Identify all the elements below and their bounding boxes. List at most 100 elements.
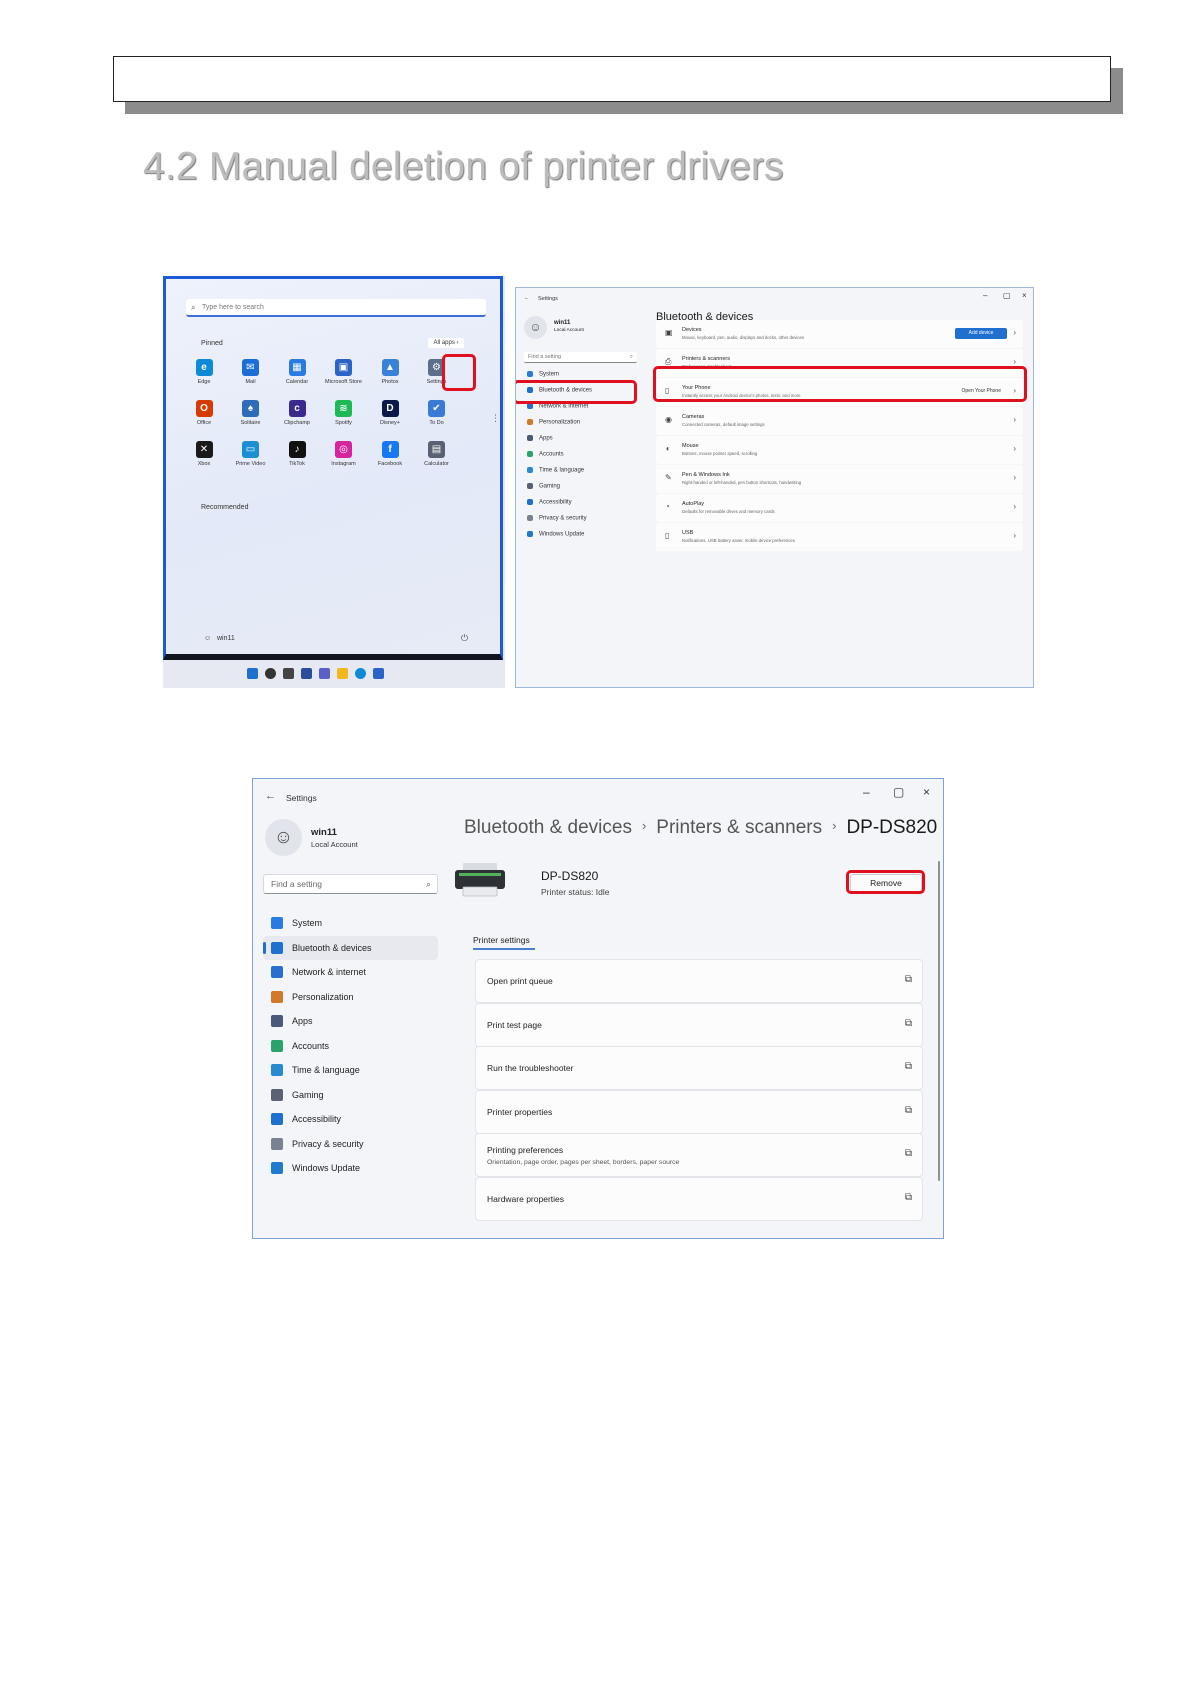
all-apps-label: All apps xyxy=(433,340,455,346)
bt-nav-item-windows-update[interactable]: Windows Update xyxy=(527,531,584,538)
app-tile-instagram[interactable]: ◎ Instagram xyxy=(319,441,369,467)
scrollbar[interactable] xyxy=(938,861,940,1181)
header-box xyxy=(113,56,1111,102)
app-tile-disney[interactable]: D Disney+ xyxy=(365,400,415,426)
breadcrumb-bluetooth[interactable]: Bluetooth & devices xyxy=(464,817,632,838)
maximize-icon[interactable]: ▢ xyxy=(893,785,904,799)
app-tile-prime-video[interactable]: ▭ Prime Video xyxy=(226,441,276,467)
pr-nav-item-accessibility[interactable]: Accessibility xyxy=(263,1107,438,1131)
calendar-icon: ▦ xyxy=(288,359,306,376)
pr-nav-item-privacy-security[interactable]: Privacy & security xyxy=(263,1132,438,1156)
bt-row-usb[interactable]: ▯ USB Notifications, USB battery saver, mo… xyxy=(656,523,1023,551)
app-tile-edge[interactable]: e Edge xyxy=(179,359,229,385)
app-label: Clipchamp xyxy=(284,420,310,426)
app-tile-microsoft-store[interactable]: ▣ Microsoft Store xyxy=(319,359,369,385)
pr-nav-item-personalization[interactable]: Personalization xyxy=(263,985,438,1009)
app-tile-clipchamp[interactable]: c Clipchamp xyxy=(272,400,322,426)
setting-title: Run the troubleshooter xyxy=(487,1063,574,1073)
bt-nav-item-accounts[interactable]: Accounts xyxy=(527,451,564,458)
pr-nav-item-time-language[interactable]: Time & language xyxy=(263,1058,438,1082)
back-icon[interactable]: ← xyxy=(265,790,276,802)
recommended-label: Recommended xyxy=(201,504,249,511)
bt-nav-item-gaming[interactable]: Gaming xyxy=(527,483,560,490)
app-tile-mail[interactable]: ✉ Mail xyxy=(226,359,276,385)
store-taskbar-icon[interactable] xyxy=(373,668,384,679)
pr-nav-item-apps[interactable]: Apps xyxy=(263,1009,438,1033)
pr-nav-item-network-internet[interactable]: Network & internet xyxy=(263,960,438,984)
bt-nav-item-accessibility[interactable]: Accessibility xyxy=(527,499,572,506)
app-tile-to-do[interactable]: ✔ To Do xyxy=(412,400,462,426)
app-tile-xbox[interactable]: ✕ Xbox xyxy=(179,441,229,467)
back-icon[interactable]: ← xyxy=(524,295,530,301)
app-label: Instagram xyxy=(331,461,356,467)
start-user-name: win11 xyxy=(217,635,235,642)
autoplay-icon: ◔ xyxy=(665,502,670,511)
add-device-button[interactable]: Add device xyxy=(955,328,1007,339)
app-tile-calendar[interactable]: ▦ Calendar xyxy=(272,359,322,385)
bt-nav-item-system[interactable]: System xyxy=(527,371,559,378)
app-tile-office[interactable]: O Office xyxy=(179,400,229,426)
bt-row-devices[interactable]: ▣ Devices Mouse, keyboard, pen, audio, dis… xyxy=(656,320,1023,348)
minimize-icon[interactable]: – xyxy=(863,785,870,799)
minimize-icon[interactable]: – xyxy=(983,291,987,300)
task-view-icon[interactable] xyxy=(283,668,294,679)
app-tile-photos[interactable]: ▲ Photos xyxy=(365,359,415,385)
close-icon[interactable]: × xyxy=(1022,291,1027,300)
start-search-placeholder: Type here to search xyxy=(202,304,264,311)
setting-open-print-queue[interactable]: Open print queue ⧉ xyxy=(475,959,923,1003)
setting-print-test-page[interactable]: Print test page ⧉ xyxy=(475,1002,923,1047)
edge-taskbar-icon[interactable] xyxy=(355,668,366,679)
breadcrumb-printers[interactable]: Printers & scanners xyxy=(656,817,822,838)
bt-nav-item-time-language[interactable]: Time & language xyxy=(527,467,584,474)
more-dots-icon[interactable]: ⋮ xyxy=(491,413,500,424)
windows-start-icon[interactable] xyxy=(247,668,258,679)
chevron-right-icon: › xyxy=(641,818,647,833)
app-tile-calculator[interactable]: ▤ Calculator xyxy=(412,441,462,467)
bt-row-autoplay[interactable]: ◔ AutoPlay Defaults for removable drives a… xyxy=(656,494,1023,522)
chat-icon[interactable] xyxy=(319,668,330,679)
app-tile-tiktok[interactable]: ♪ TikTok xyxy=(272,441,322,467)
app-tile-spotify[interactable]: ≋ Spotify xyxy=(319,400,369,426)
maximize-icon[interactable]: ▢ xyxy=(1003,291,1011,300)
setting-printing-preferences[interactable]: Printing preferences Orientation, page or… xyxy=(475,1133,923,1177)
all-apps-button[interactable]: All apps › xyxy=(428,338,464,348)
bt-nav-item-personalization[interactable]: Personalization xyxy=(527,419,580,426)
to-do-icon: ✔ xyxy=(428,400,445,417)
app-tile-facebook[interactable]: f Facebook xyxy=(365,441,415,467)
setting-printer-properties[interactable]: Printer properties ⧉ xyxy=(475,1089,923,1134)
pr-find-setting-input[interactable]: Find a setting ⌕ xyxy=(263,874,438,894)
app-label: TikTok xyxy=(289,461,305,467)
row-title: AutoPlay xyxy=(682,501,705,507)
setting-run-the-troubleshooter[interactable]: Run the troubleshooter ⧉ xyxy=(475,1046,923,1090)
row-title: Cameras xyxy=(682,414,705,420)
file-explorer-icon[interactable] xyxy=(337,668,348,679)
bt-row-pen-windows-ink[interactable]: ✎ Pen & Windows Ink Right-handed or left-h… xyxy=(656,465,1023,493)
row-subtitle: Mouse, keyboard, pen, audio, displays an… xyxy=(682,335,805,340)
row-subtitle: Connected cameras, default image setting… xyxy=(682,422,765,427)
close-icon[interactable]: × xyxy=(923,785,930,799)
power-icon[interactable]: ⏻ xyxy=(461,633,468,644)
start-user[interactable]: ☺ win11 xyxy=(204,635,235,642)
section-heading: 4.2 Manual deletion of printer drivers xyxy=(143,145,784,188)
pr-nav-item-bluetooth-devices[interactable]: Bluetooth & devices xyxy=(263,935,438,960)
bt-find-setting-input[interactable]: Find a setting ⌕ xyxy=(524,352,637,363)
pinned-label: Pinned xyxy=(201,340,223,347)
pr-nav-item-system[interactable]: System xyxy=(263,911,438,935)
bt-nav-item-privacy-security[interactable]: Privacy & security xyxy=(527,515,587,522)
setting-hardware-properties[interactable]: Hardware properties ⧉ xyxy=(475,1176,923,1221)
bt-nav-item-apps[interactable]: Apps xyxy=(527,435,553,442)
taskbar-search-icon[interactable] xyxy=(265,668,276,679)
windows-update-icon xyxy=(527,531,533,537)
start-menu-screenshot: ⌕ Type here to search Pinned All apps › … xyxy=(163,276,505,688)
pr-nav-item-windows-update[interactable]: Windows Update xyxy=(263,1156,438,1180)
clipchamp-icon: c xyxy=(288,400,306,417)
app-tile-solitaire[interactable]: ♠ Solitaire xyxy=(226,400,276,426)
bt-row-cameras[interactable]: ◉ Cameras Connected cameras, default image… xyxy=(656,407,1023,435)
start-search-input[interactable]: ⌕ Type here to search xyxy=(186,299,486,317)
widgets-icon[interactable] xyxy=(301,668,312,679)
bt-row-mouse[interactable]: ◖ Mouse Buttons, mouse pointer speed, scro… xyxy=(656,436,1023,464)
pr-nav-item-gaming[interactable]: Gaming xyxy=(263,1083,438,1107)
windows-update-icon xyxy=(271,1162,283,1174)
pr-nav-item-accounts[interactable]: Accounts xyxy=(263,1034,438,1058)
row-title: Printers & scanners xyxy=(682,356,730,362)
